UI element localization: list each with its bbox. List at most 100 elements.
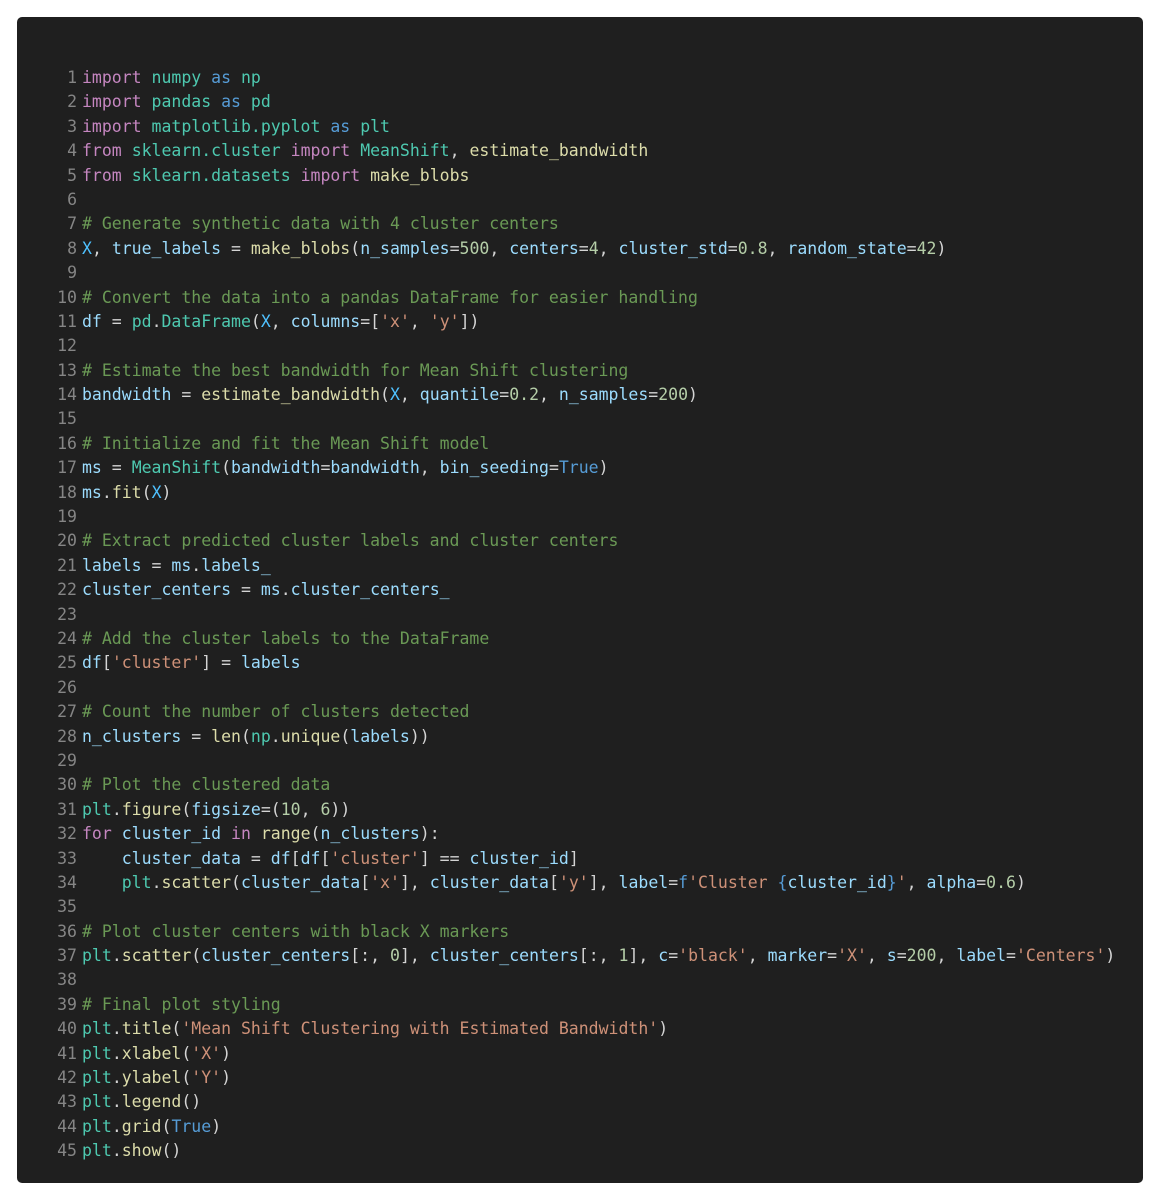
code-text: plt.legend() [77,1090,201,1114]
code-token: ] = [201,653,241,673]
code-token: [ [101,653,112,673]
code-line: 43 plt.legend() [17,1090,1143,1114]
code-token: numpy [151,68,202,87]
code-token: bin_seeding [439,458,549,478]
code-token: , [598,238,619,258]
code-text: df = pd.DataFrame(X, columns=['x', 'y']) [77,310,479,334]
code-token: , [906,872,927,892]
code-token: make_blobs [250,238,351,258]
code-token: ( [181,1068,192,1088]
code-text: # Convert the data into a pandas DataFra… [77,286,698,310]
code-text: plt.figure(figsize=(10, 6)) [77,798,350,822]
code-token: pd [131,311,152,331]
code-token: . [111,946,122,966]
code-token: true_labels [111,238,222,258]
code-token: , [409,311,430,331]
code-line: 1 import numpy as np [17,66,1143,90]
code-token: plt [82,1092,112,1112]
code-token: plt [82,1043,112,1063]
line-number: 8 [67,238,77,258]
code-token: X [389,385,400,405]
code-token: bandwidth [231,458,321,478]
code-text: import numpy as np [77,66,261,90]
code-token: [ [320,848,331,868]
code-token: ( [161,1116,172,1136]
code-token: 0 [390,946,400,966]
code-text: # Final plot styling [77,993,281,1017]
code-text: plt.show() [77,1139,181,1163]
code-token: ms [82,458,102,478]
code-text: plt.xlabel('X') [77,1042,231,1066]
code-line: 41 plt.xlabel('X') [17,1042,1143,1066]
code-token: title [121,1019,172,1039]
code-token: as [330,116,351,136]
code-token: . [111,1019,122,1039]
code-token: ( [191,946,202,966]
code-text: ms.fit(X) [77,481,171,505]
code-token: = [906,238,917,258]
line-number: 23 [57,604,77,624]
code-text: bandwidth = estimate_bandwidth(X, quanti… [77,383,698,407]
code-text: X, true_labels = make_blobs(n_samples=50… [77,237,946,261]
code-token: ( [171,1019,182,1039]
code-line: 5 from sklearn.datasets import make_blobs [17,164,1143,188]
code-token: = [320,458,331,478]
code-token: plt [121,872,152,892]
code-token: # Initialize and fit the Mean Shift mode… [82,433,490,453]
code-line: 45 plt.show() [17,1139,1143,1163]
code-token: ( [141,482,152,502]
line-number: 1 [67,68,77,87]
code-token: ) [688,385,698,405]
code-token: , [767,238,788,258]
code-token: xlabel [121,1043,182,1063]
code-line: 18 ms.fit(X) [17,481,1143,505]
code-token: = [896,946,907,966]
code-token: = [101,311,132,331]
code-token: ) [658,1019,669,1039]
code-token: n_samples [360,238,450,258]
code-token: as [221,92,241,112]
line-number: 17 [57,458,77,478]
code-token: , [300,799,321,819]
code-line: 10 # Convert the data into a pandas DataF… [17,286,1143,310]
code-token: . [151,311,162,331]
line-number: 33 [57,848,77,868]
line-number: 32 [57,824,77,844]
code-line: 3 import matplotlib.pyplot as plt [17,115,1143,139]
code-token: cluster_data [429,872,549,892]
code-token: , [489,238,510,258]
code-token: import [290,141,351,161]
code-token: = [449,238,460,258]
code-token: # Final plot styling [82,994,281,1014]
code-text: plt.grid(True) [77,1115,221,1139]
code-line: 36 # Plot cluster centers with black X ma… [17,920,1143,944]
line-number: 15 [57,409,77,429]
code-token: True [171,1116,212,1136]
code-token: df [82,311,102,331]
code-token: make_blobs [370,165,470,185]
code-line: 19 [17,505,1143,529]
line-number: 9 [67,263,77,283]
code-token: 500 [459,238,490,258]
code-line: 2 import pandas as pd [17,90,1143,114]
code-token: ( [250,311,261,331]
code-token: = [727,238,738,258]
code-token: c [658,946,669,966]
code-text: # Count the number of clusters detected [77,700,469,724]
code-token: cluster_centers [201,946,351,966]
code-token: n_clusters [320,824,420,844]
code-line: 11 df = pd.DataFrame(X, columns=['x', 'y'… [17,310,1143,334]
code-text: plt.title('Mean Shift Clustering with Es… [77,1017,668,1041]
line-number: 16 [57,433,77,453]
code-token: , [419,458,440,478]
code-token: . [270,726,281,746]
code-text: labels = ms.labels_ [77,554,271,578]
code-token: import [82,92,142,112]
code-token: = [231,580,261,600]
line-number: 2 [67,92,77,112]
